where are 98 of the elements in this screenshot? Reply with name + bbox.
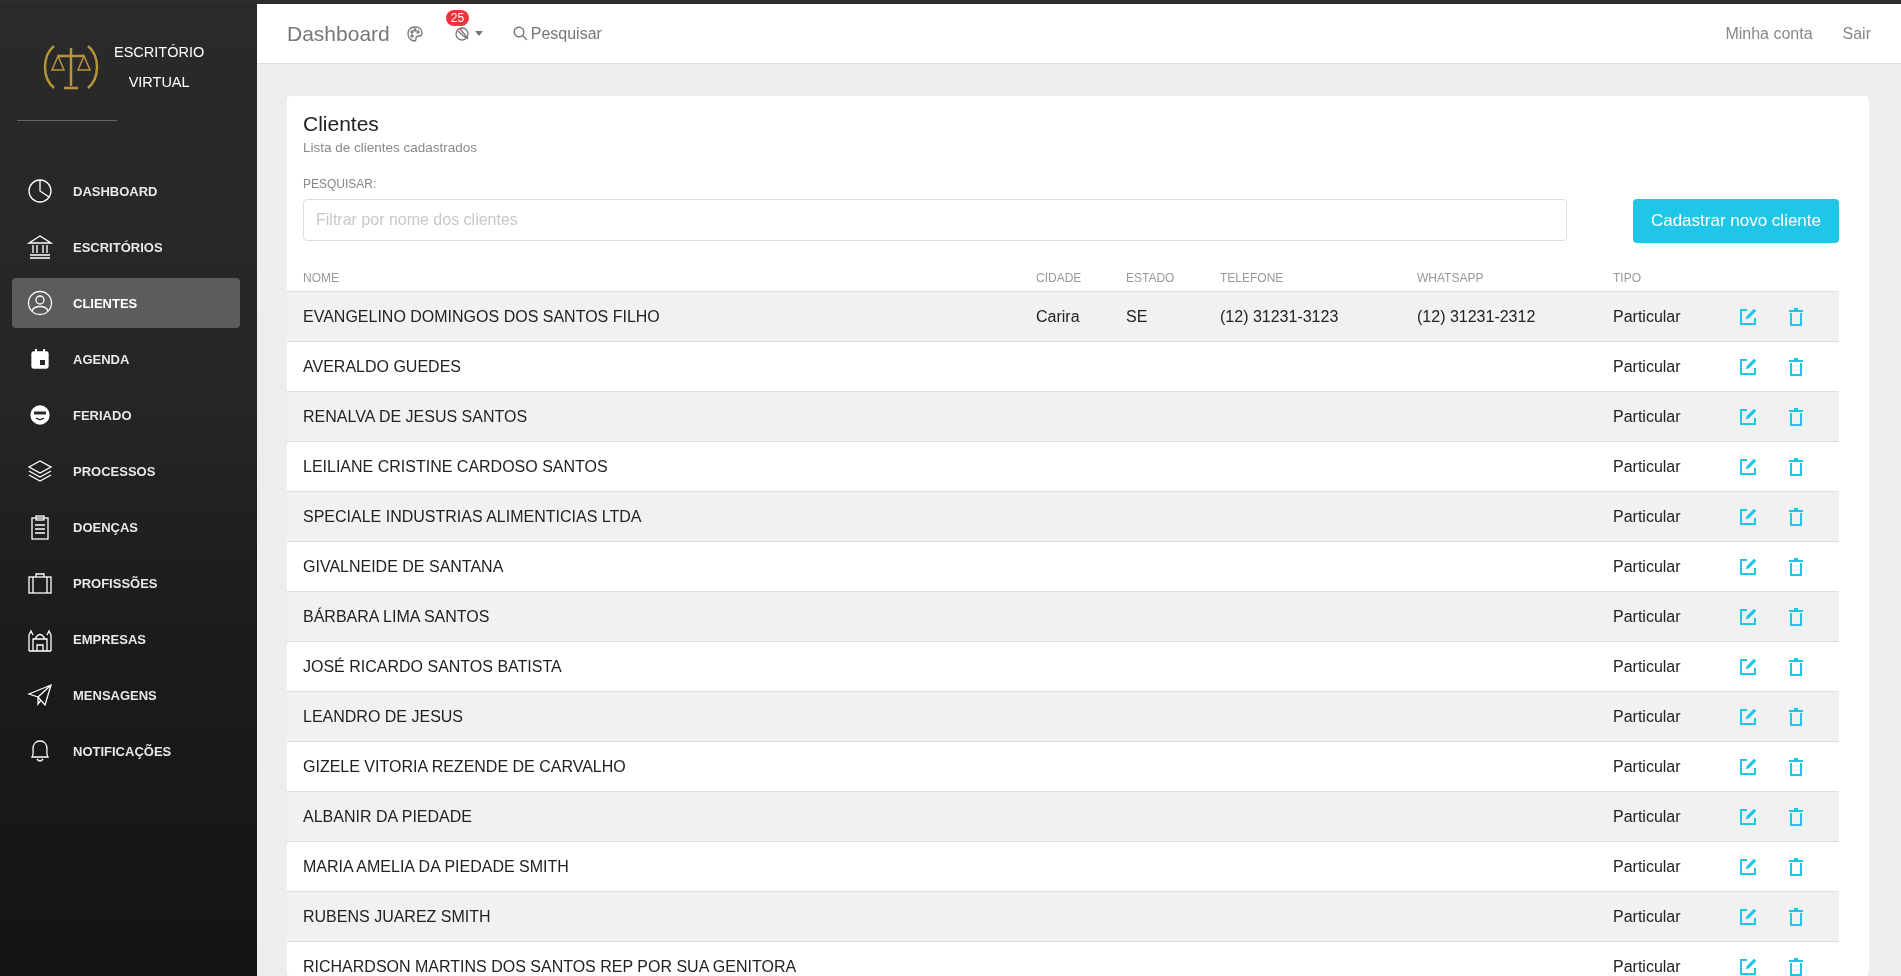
layers-icon	[27, 458, 53, 484]
table-cell: Particular	[1613, 757, 1681, 775]
account-link[interactable]: Sair	[1842, 24, 1871, 43]
table-cell: EVANGELINO DOMINGOS DOS SANTOS FILHO	[303, 307, 660, 325]
search-link[interactable]: Pesquisar	[512, 24, 602, 43]
caret-icon	[474, 31, 483, 36]
delete-icon[interactable]	[1789, 407, 1803, 426]
table-cell: (12) 31231-2312	[1417, 307, 1536, 325]
table-cell: Particular	[1613, 357, 1681, 375]
column-header: CIDADE	[1036, 271, 1082, 285]
table-cell: GIZELE VITORIA REZENDE DE CARVALHO	[303, 757, 626, 775]
delete-icon[interactable]	[1789, 757, 1803, 776]
table-cell: Particular	[1613, 707, 1681, 725]
table-cell: ALBANIR DA PIEDADE	[303, 807, 472, 825]
bank-icon	[27, 234, 53, 260]
column-header: TELEFONE	[1220, 271, 1284, 285]
sidebar-item[interactable]: ESCRITÓRIOS	[12, 222, 240, 272]
delete-icon[interactable]	[1789, 307, 1803, 326]
edit-icon[interactable]	[1739, 357, 1757, 376]
column-header: NOME	[303, 271, 339, 285]
page-title: Dashboard	[287, 21, 390, 46]
table-cell: MARIA AMELIA DA PIEDADE SMITH	[303, 857, 569, 875]
delete-icon[interactable]	[1789, 807, 1803, 826]
table-cell: LEILIANE CRISTINE CARDOSO SANTOS	[303, 457, 608, 475]
delete-icon[interactable]	[1789, 957, 1803, 976]
column-header: ESTADO	[1126, 271, 1175, 285]
table-cell: Particular	[1613, 957, 1681, 975]
delete-icon[interactable]	[1789, 607, 1803, 626]
sidebar-item[interactable]: PROFISSÕES	[12, 558, 240, 608]
sidebar-item[interactable]: DOENÇAS	[12, 502, 240, 552]
edit-icon[interactable]	[1739, 307, 1757, 326]
table-cell: JOSÉ RICARDO SANTOS BATISTA	[303, 657, 562, 675]
column-header: TIPO	[1613, 271, 1641, 285]
edit-icon[interactable]	[1739, 807, 1757, 826]
edit-icon[interactable]	[1739, 407, 1757, 426]
sidebar-item[interactable]: AGENDA	[12, 334, 240, 384]
table-cell: Particular	[1613, 607, 1681, 625]
table-cell: Particular	[1613, 907, 1681, 925]
table-cell: GIVALNEIDE DE SANTANA	[303, 557, 504, 575]
delete-icon[interactable]	[1789, 357, 1803, 376]
edit-icon[interactable]	[1739, 857, 1757, 876]
table-cell: LEANDRO DE JESUS	[303, 707, 464, 725]
sidebar-item[interactable]: EMPRESAS	[12, 614, 240, 664]
sidebar-item[interactable]: PROCESSOS	[12, 446, 240, 496]
pie-chart-icon	[27, 178, 53, 204]
palette-icon[interactable]	[405, 24, 424, 43]
table-cell: Carira	[1036, 307, 1080, 325]
delete-icon[interactable]	[1789, 507, 1803, 526]
brand-name: VIRTUAL	[128, 74, 190, 90]
edit-icon[interactable]	[1739, 757, 1757, 776]
table-cell: Particular	[1613, 457, 1681, 475]
edit-icon[interactable]	[1739, 907, 1757, 926]
brand-name: ESCRITÓRIO	[114, 44, 205, 60]
edit-icon[interactable]	[1739, 957, 1757, 976]
table-cell: Particular	[1613, 507, 1681, 525]
notification-badge: 25	[445, 9, 470, 26]
table-cell: SPECIALE INDUSTRIAS ALIMENTICIAS LTDA	[303, 507, 642, 525]
delete-icon[interactable]	[1789, 907, 1803, 926]
notifications-button[interactable]	[453, 24, 483, 43]
user-icon	[27, 290, 53, 316]
table-cell: AVERALDO GUEDES	[303, 357, 461, 375]
table-cell: Particular	[1613, 657, 1681, 675]
table-cell: BÁRBARA LIMA SANTOS	[303, 607, 490, 625]
edit-icon[interactable]	[1739, 657, 1757, 676]
table-cell: Particular	[1613, 807, 1681, 825]
sidebar-item[interactable]: MENSAGENS	[12, 670, 240, 720]
table-cell: (12) 31231-3123	[1220, 307, 1339, 325]
delete-icon[interactable]	[1789, 657, 1803, 676]
table-cell: Particular	[1613, 557, 1681, 575]
delete-icon[interactable]	[1789, 457, 1803, 476]
sidebar-item[interactable]: NOTIFICAÇÕES	[12, 726, 240, 776]
table-cell: RENALVA DE JESUS SANTOS	[303, 407, 528, 425]
edit-icon[interactable]	[1739, 607, 1757, 626]
table-cell: SE	[1126, 307, 1148, 325]
edit-icon[interactable]	[1739, 457, 1757, 476]
card-title: Clientes	[303, 112, 380, 136]
card-subtitle: Lista de clientes cadastrados	[303, 140, 479, 155]
edit-icon[interactable]	[1739, 507, 1757, 526]
table-cell: Particular	[1613, 407, 1681, 425]
sidebar-item[interactable]: CLIENTES	[12, 278, 240, 328]
table-cell: RICHARDSON MARTINS DOS SANTOS REP POR SUA GENITORA	[303, 957, 797, 975]
search-icon	[512, 26, 528, 41]
sidebar-item[interactable]: DASHBOARD	[12, 166, 240, 216]
column-header: WHATSAPP	[1417, 271, 1484, 285]
edit-icon[interactable]	[1739, 557, 1757, 576]
edit-icon[interactable]	[1739, 707, 1757, 726]
briefcase-icon	[27, 570, 53, 596]
delete-icon[interactable]	[1789, 857, 1803, 876]
table-cell: Particular	[1613, 307, 1681, 325]
table-cell: Particular	[1613, 857, 1681, 875]
delete-icon[interactable]	[1789, 557, 1803, 576]
sunglasses-face-icon	[27, 402, 53, 428]
delete-icon[interactable]	[1789, 707, 1803, 726]
table-cell: RUBENS JUAREZ SMITH	[303, 907, 491, 925]
account-link[interactable]: Minha conta	[1725, 24, 1813, 43]
sidebar-item[interactable]: FERIADO	[12, 390, 240, 440]
search-label: PESQUISAR:	[303, 177, 378, 191]
paper-plane-icon	[27, 682, 53, 708]
